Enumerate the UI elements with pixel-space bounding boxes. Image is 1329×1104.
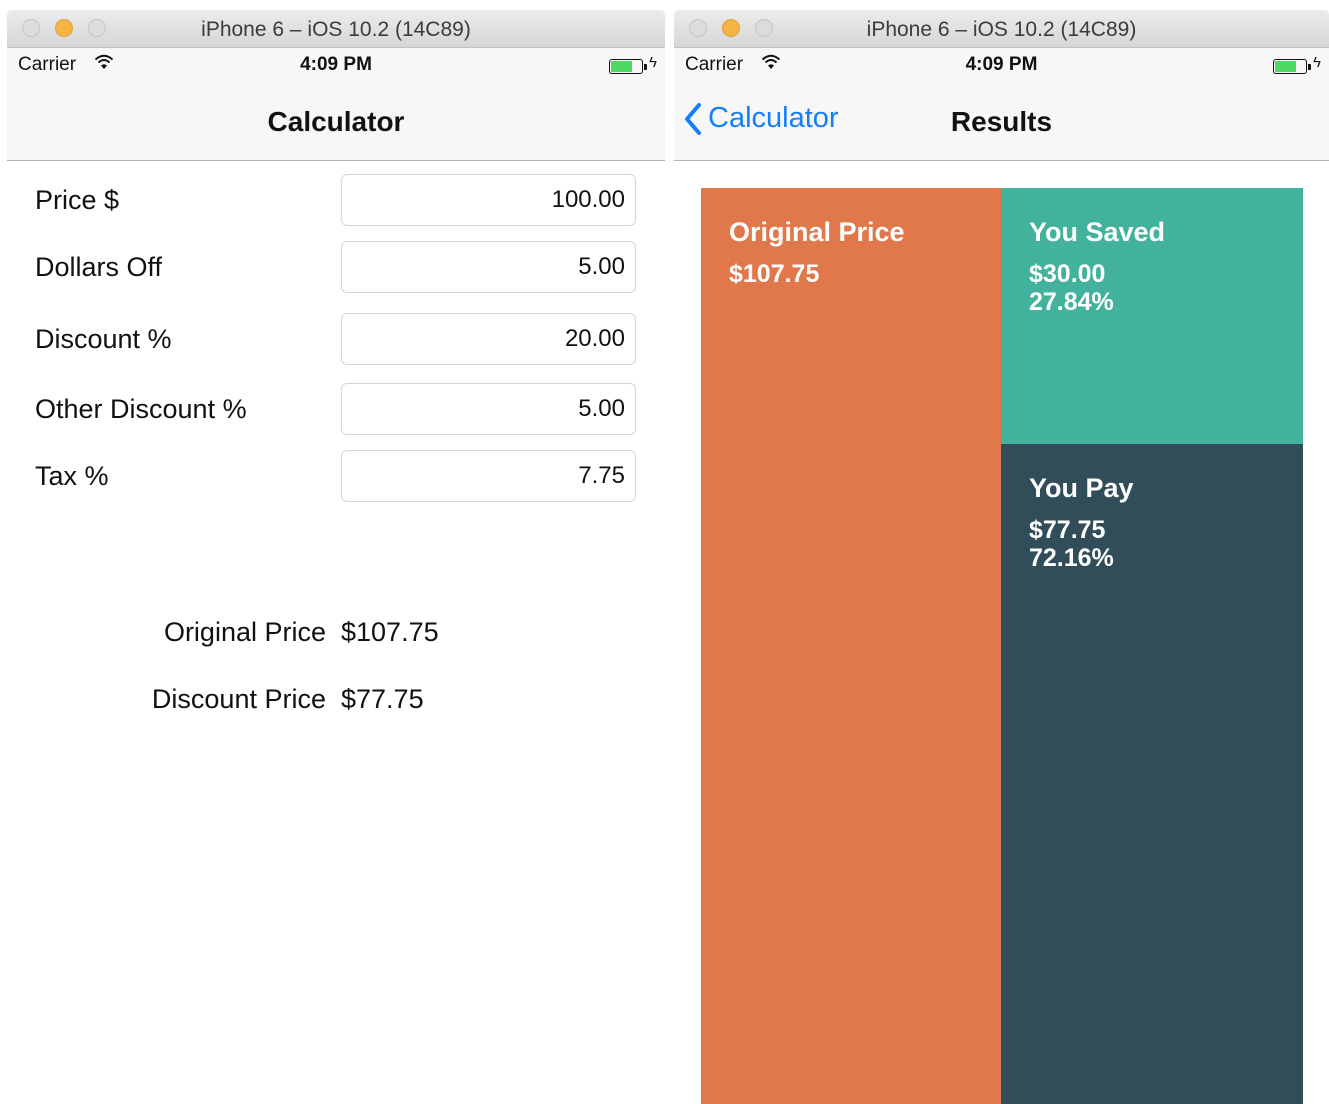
tax-label: Tax % (35, 461, 109, 491)
simulator-titlebar: iPhone 6 – iOS 10.2 (14C89) (674, 10, 1329, 48)
original-price-tile: Original Price $107.75 (701, 188, 1001, 1104)
status-bar: Carrier 4:09 PM ϟ (7, 48, 665, 86)
simulator-titlebar: iPhone 6 – iOS 10.2 (14C89) (7, 10, 665, 48)
battery-tip-icon (1308, 64, 1311, 70)
you-pay-tile-amount: $77.75 (1029, 516, 1106, 544)
discount-label: Discount % (35, 324, 172, 354)
you-pay-tile-title: You Pay (1029, 473, 1134, 503)
original-price-tile-amount: $107.75 (729, 260, 820, 288)
discount-price-label: Discount Price (151, 684, 326, 714)
navigation-bar: Calculator Results (674, 86, 1329, 161)
charging-bolt-icon: ϟ (649, 54, 657, 71)
nav-title: Calculator (267, 106, 405, 137)
you-saved-tile-amount: $30.00 (1029, 260, 1106, 288)
other-discount-label: Other Discount % (35, 394, 247, 424)
charging-bolt-icon: ϟ (1313, 54, 1321, 71)
simulator-window-calculator: iPhone 6 – iOS 10.2 (14C89) Carrier 4:09… (7, 10, 665, 1104)
you-saved-tile-percent: 27.84% (1029, 288, 1114, 316)
status-time: 4:09 PM (300, 54, 372, 75)
navigation-bar: Calculator (7, 86, 665, 161)
original-price-label: Original Price (163, 617, 326, 647)
original-price-value: $107.75 (341, 617, 439, 647)
nav-title: Results (950, 106, 1053, 137)
you-pay-tile-percent: 72.16% (1029, 544, 1114, 572)
simulator-window-results: iPhone 6 – iOS 10.2 (14C89) Carrier 4:09… (674, 10, 1329, 1104)
window-title: iPhone 6 – iOS 10.2 (14C89) (866, 18, 1137, 41)
battery-tip-icon (644, 64, 647, 70)
you-saved-tile: You Saved $30.00 27.84% (1001, 188, 1303, 444)
battery-icon (1273, 59, 1307, 74)
dollars-off-input[interactable] (341, 241, 636, 293)
window-title: iPhone 6 – iOS 10.2 (14C89) (201, 18, 471, 41)
price-input[interactable] (341, 174, 636, 226)
tax-input[interactable] (341, 450, 636, 502)
status-time: 4:09 PM (965, 54, 1038, 75)
original-price-tile-title: Original Price (729, 217, 905, 247)
discount-input[interactable] (341, 313, 636, 365)
status-bar: Carrier 4:09 PM ϟ (674, 48, 1329, 86)
you-saved-tile-title: You Saved (1029, 217, 1166, 247)
other-discount-input[interactable] (341, 383, 636, 435)
price-label: Price $ (35, 185, 120, 215)
you-pay-tile: You Pay $77.75 72.16% (1001, 444, 1303, 1104)
discount-price-value: $77.75 (341, 684, 424, 714)
battery-icon (609, 59, 643, 74)
dollars-off-label: Dollars Off (35, 252, 163, 282)
